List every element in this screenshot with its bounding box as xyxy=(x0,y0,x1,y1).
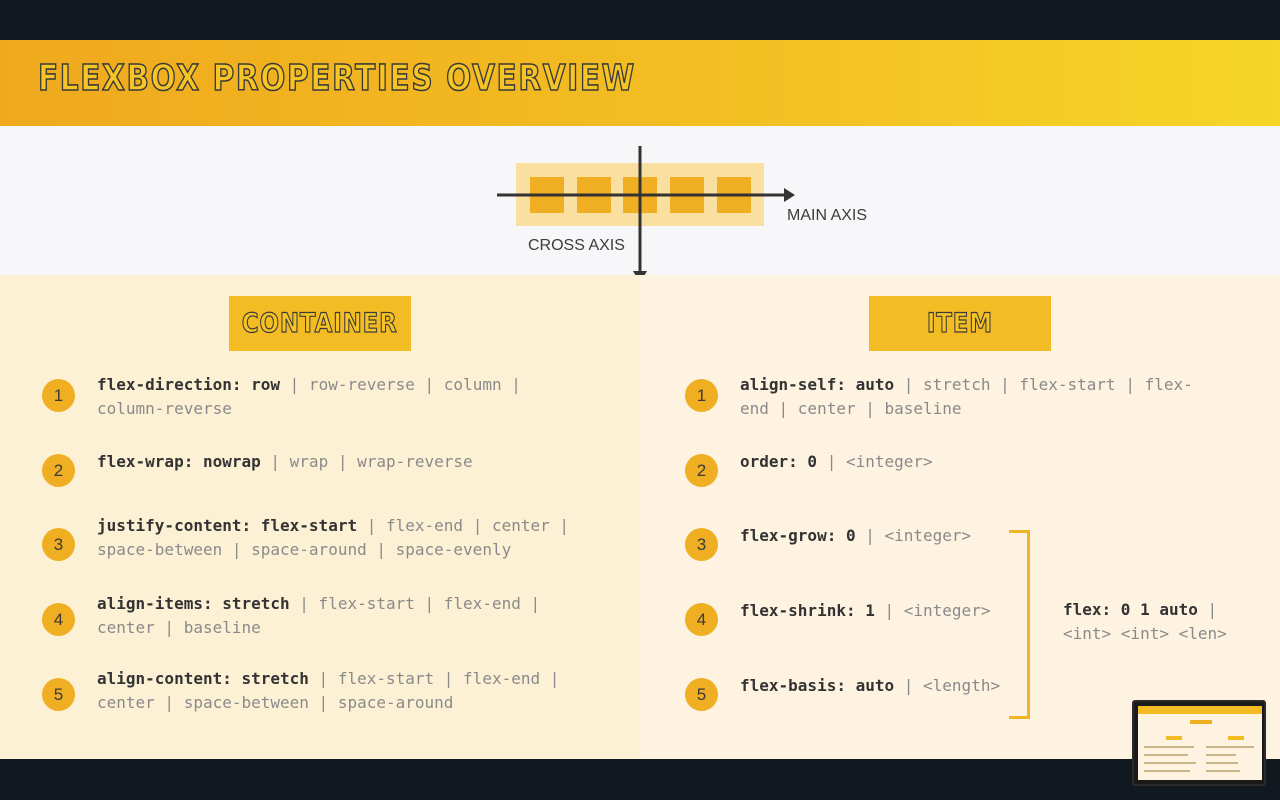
row-number: 2 xyxy=(685,454,718,487)
flex-shorthand-bracket xyxy=(1009,530,1030,719)
property-text: flex-wrap: nowrap | wrap | wrap-reverse xyxy=(97,450,473,474)
container-panel: CONTAINER 1 flex-direction: row | row-re… xyxy=(0,275,640,759)
thumbnail-line xyxy=(1144,746,1194,748)
property-values: | <integer> xyxy=(817,452,933,471)
row-number: 1 xyxy=(685,379,718,412)
property-name: flex-direction: row xyxy=(97,375,281,394)
row-number: 5 xyxy=(42,678,75,711)
container-heading: CONTAINER xyxy=(229,296,411,351)
property-text: align-self: auto | stretch | flex-start … xyxy=(740,373,1193,421)
property-text: flex-shrink: 1 | <integer> xyxy=(740,599,990,623)
slide-thumbnail-preview[interactable] xyxy=(1132,700,1266,786)
thumbnail-line xyxy=(1206,770,1240,772)
property-text: align-content: stretch | flex-start | fl… xyxy=(97,667,559,715)
property-values-cont: space-between | space-around | space-eve… xyxy=(97,540,512,559)
axis-diagram: MAIN AXIS CROSS AXIS xyxy=(0,126,1280,275)
title-banner: FLEXBOX PROPERTIES OVERVIEW xyxy=(0,40,1280,126)
property-text: flex-grow: 0 | <integer> xyxy=(740,524,971,548)
property-values: | flex-end | center | xyxy=(357,516,570,535)
property-text: flex-basis: auto | <length> xyxy=(740,674,1000,698)
shorthand-name: flex: 0 1 auto xyxy=(1063,600,1198,619)
property-values: | flex-start | flex-end | xyxy=(308,669,560,688)
property-text: justify-content: flex-start | flex-end |… xyxy=(97,514,569,562)
property-text: order: 0 | <integer> xyxy=(740,450,933,474)
property-name: flex-shrink: 1 xyxy=(740,601,875,620)
property-name: flex-wrap: nowrap xyxy=(97,452,261,471)
property-text: flex-direction: row | row-reverse | colu… xyxy=(97,373,521,421)
property-name: justify-content: flex-start xyxy=(97,516,358,535)
property-name: align-items: stretch xyxy=(97,594,290,613)
row-number: 4 xyxy=(685,603,718,636)
row-number: 4 xyxy=(42,603,75,636)
property-values-cont: center | space-between | space-around xyxy=(97,693,454,712)
row-number: 5 xyxy=(685,678,718,711)
row-number: 3 xyxy=(685,528,718,561)
property-name: flex-basis: auto xyxy=(740,676,895,695)
slide: FLEXBOX PROPERTIES OVERVIEW MAIN AXIS CR… xyxy=(0,40,1280,759)
property-values: | wrap | wrap-reverse xyxy=(260,452,473,471)
thumbnail-heading-left xyxy=(1166,736,1182,740)
container-heading-text: CONTAINER xyxy=(242,307,398,339)
flex-shorthand: flex: 0 1 auto | <int> <int> <len> xyxy=(1063,598,1227,646)
thumbnail-line xyxy=(1144,762,1196,764)
thumbnail-diagram xyxy=(1190,720,1212,724)
thumbnail-line xyxy=(1206,754,1236,756)
thumbnail-heading-right xyxy=(1228,736,1244,740)
shorthand-values-cont: <int> <int> <len> xyxy=(1063,624,1227,643)
thumbnail-line xyxy=(1144,770,1190,772)
shorthand-values: | xyxy=(1197,600,1218,619)
property-values: | <length> xyxy=(894,676,1001,695)
item-heading: ITEM xyxy=(869,296,1051,351)
property-text: align-items: stretch | flex-start | flex… xyxy=(97,592,540,640)
row-number: 3 xyxy=(42,528,75,561)
property-values: | stretch | flex-start | flex- xyxy=(894,375,1193,394)
property-values: | row-reverse | column | xyxy=(280,375,521,394)
property-values-cont: end | center | baseline xyxy=(740,399,962,418)
thumbnail-banner xyxy=(1138,706,1262,714)
thumbnail-line xyxy=(1144,754,1188,756)
property-values-cont: center | baseline xyxy=(97,618,261,637)
cross-axis-label: CROSS AXIS xyxy=(528,237,625,254)
main-axis-label: MAIN AXIS xyxy=(787,207,868,224)
thumbnail-line xyxy=(1206,746,1254,748)
property-name: align-content: stretch xyxy=(97,669,309,688)
property-values: | <integer> xyxy=(874,601,991,620)
row-number: 2 xyxy=(42,454,75,487)
thumbnail-body xyxy=(1138,714,1262,780)
item-heading-text: ITEM xyxy=(926,307,994,339)
property-name: align-self: auto xyxy=(740,375,895,394)
item-panel: ITEM 1 align-self: auto | stretch | flex… xyxy=(640,275,1280,759)
thumbnail-line xyxy=(1206,762,1238,764)
main-axis-arrowhead xyxy=(784,188,795,202)
row-number: 1 xyxy=(42,379,75,412)
property-name: order: 0 xyxy=(740,452,818,471)
axis-diagram-graphic xyxy=(497,146,795,275)
slide-title: FLEXBOX PROPERTIES OVERVIEW xyxy=(37,57,636,100)
property-values: | flex-start | flex-end | xyxy=(289,594,541,613)
property-values-cont: column-reverse xyxy=(97,399,232,418)
property-values: | <integer> xyxy=(855,526,972,545)
property-name: flex-grow: 0 xyxy=(740,526,856,545)
